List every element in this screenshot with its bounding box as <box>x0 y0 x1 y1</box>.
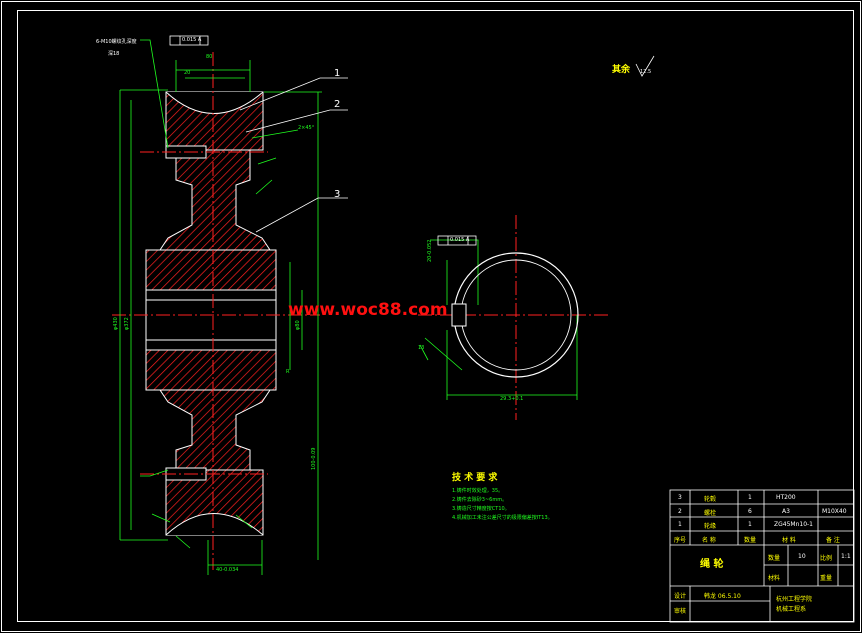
hub-section-top <box>145 249 277 291</box>
tech-requirement-2: 2.铸件去除砂3~6mm。 <box>452 497 508 503</box>
bom-header-note: 备 注 <box>826 537 840 544</box>
section-view <box>145 91 277 536</box>
tech-requirement-1: 1.铸件时效处理，35。 <box>452 488 504 494</box>
roughness-other-label: 其余 <box>612 65 631 75</box>
hole-note: 6-M10螺纹孔深度 <box>96 39 137 45</box>
dim-chamfer: 2×45° <box>298 125 315 131</box>
gauge-frame-1-text: 0.015 A <box>182 37 202 43</box>
bom-row-qty: 6 <box>748 508 752 515</box>
roughness-value: 12.5 <box>640 69 652 75</box>
material-label: 材料 <box>768 575 781 582</box>
bom-row-no: 3 <box>678 494 682 501</box>
bom-row-qty: 1 <box>748 521 752 528</box>
web-upper <box>159 149 271 251</box>
part-number-2: 2 <box>334 99 341 110</box>
bom-row-material: ZG45Mn10-1 <box>774 521 813 528</box>
dim-outer-1: φ430 <box>113 317 119 330</box>
scale-label: 比例 <box>820 555 833 562</box>
web-lower <box>159 389 271 471</box>
watermark: www.woc88.com <box>288 300 448 320</box>
weight-label: 重量 <box>820 575 833 582</box>
designer-value: 韩龙 06.5.10 <box>704 593 741 600</box>
gauge-frame-2-text: 0.015 A <box>450 237 470 243</box>
bom-row-qty: 1 <box>748 494 752 501</box>
tech-requirements-title: 技 术 要 求 <box>452 473 498 483</box>
qty-value: 10 <box>798 553 806 560</box>
bom-header-name: 名 称 <box>702 537 716 544</box>
keyway <box>451 303 467 327</box>
bom-row-name: 轮毂 <box>704 496 717 503</box>
dim-r: R <box>286 369 290 375</box>
dim-80: 80 <box>206 54 213 60</box>
bom-row-name: 螺栓 <box>704 510 717 517</box>
dim-bore: 40-0.034 <box>216 567 239 573</box>
part-number-1: 1 <box>334 68 341 79</box>
tech-requirement-3: 3.铸造尺寸精度按CT10。 <box>452 506 510 512</box>
bom-row-no: 2 <box>678 508 682 515</box>
hole-note-sub: 深18 <box>108 51 120 57</box>
dim-overall: 100-0.09 <box>311 447 317 470</box>
reviewer-label: 审核 <box>674 608 687 615</box>
part-name: 绳 轮 <box>700 559 724 570</box>
bom-header-no: 序号 <box>674 537 687 544</box>
hub-bore <box>145 289 277 351</box>
dim-outer-2: φ372 <box>124 317 130 330</box>
bom-row-material: HT200 <box>776 494 796 501</box>
bom-row-note: M10X40 <box>822 508 847 515</box>
designer-label: 设计 <box>674 593 687 600</box>
part-number-3: 3 <box>334 189 341 200</box>
bom-header-material: 材 料 <box>782 537 796 544</box>
bom-row-material: A3 <box>782 508 790 515</box>
qty-label: 数量 <box>768 555 781 562</box>
scale-value: 1:1 <box>841 553 851 560</box>
school-name: 杭州工程学院 <box>776 596 813 603</box>
dim-hub: φ80 <box>295 320 301 330</box>
bom-row-no: 1 <box>678 521 682 528</box>
dim-20: 20 <box>184 70 191 76</box>
bom-row-name: 轮缘 <box>704 523 717 530</box>
tech-requirement-4: 4.机械加工未注公差尺寸的极限偏差按IT13。 <box>452 515 553 521</box>
dim-keyway-width: 20-0.052 <box>427 239 433 262</box>
bom-header-qty: 数量 <box>744 537 757 544</box>
dim-keyway-depth: 29.3+0.1 <box>500 396 524 402</box>
hub-section-bottom <box>145 349 277 391</box>
school-sub: 机械工程系 <box>776 606 807 613</box>
dim-angle-1: 13 <box>418 345 425 351</box>
drawing-canvas: 1 2 3 其余 12.5 6-M10螺纹孔深度 深18 0.015 A 0.0… <box>0 0 862 633</box>
